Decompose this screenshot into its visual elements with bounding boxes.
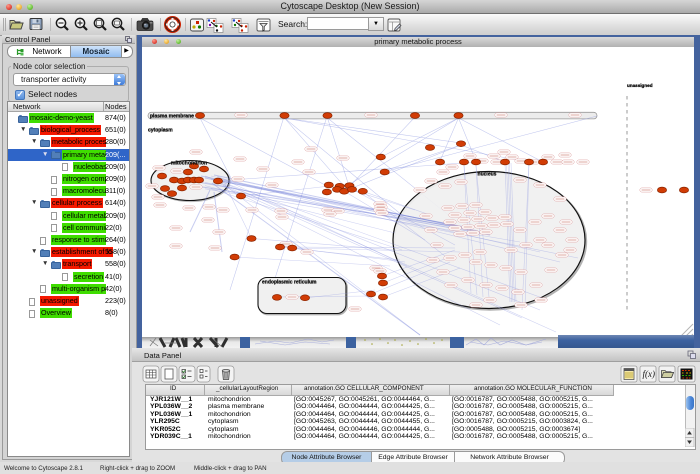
svg-text:cytoplasm: cytoplasm [148,128,173,134]
svg-text:plasma membrane: plasma membrane [150,114,194,120]
svg-text:nucleus: nucleus [478,172,497,178]
svg-text:mitochondrion: mitochondrion [171,161,207,167]
svg-text:unassigned: unassigned [627,83,653,88]
svg-text:f(x): f(x) [643,369,656,379]
svg-text:endoplasmic reticulum: endoplasmic reticulum [262,280,317,286]
